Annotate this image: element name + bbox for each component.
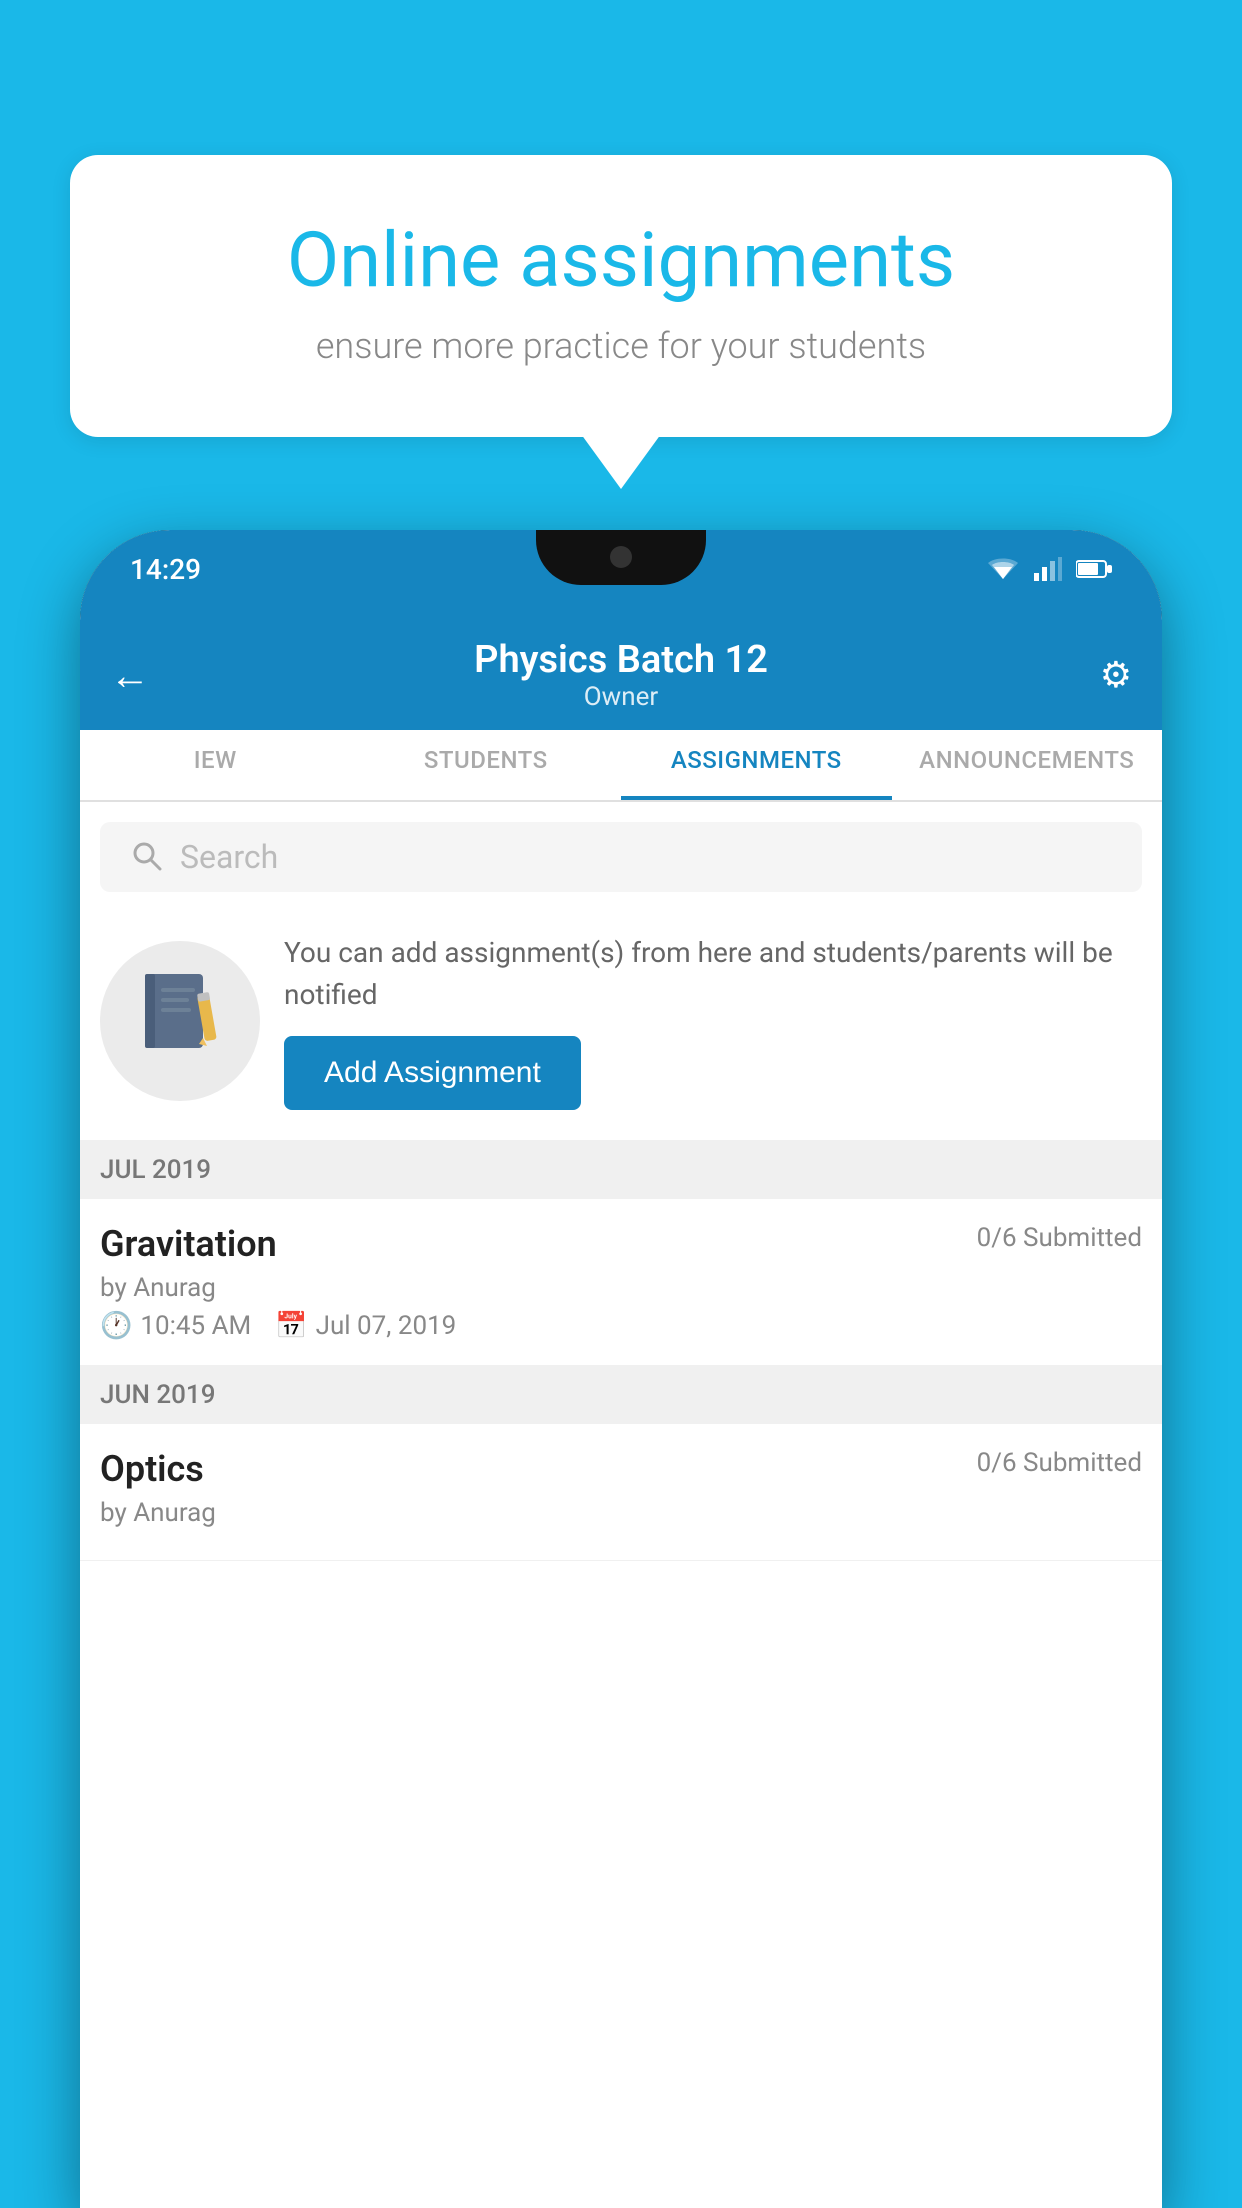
add-assignment-section: You can add assignment(s) from here and … <box>80 902 1162 1141</box>
assignment-status-gravitation: 0/6 Submitted <box>977 1223 1142 1253</box>
search-icon <box>130 839 162 875</box>
notebook-icon <box>135 966 225 1076</box>
assignment-author-gravitation: by Anurag <box>100 1273 1142 1303</box>
assignment-item-gravitation[interactable]: Gravitation 0/6 Submitted by Anurag 🕐 10… <box>80 1199 1162 1366</box>
time-item: 🕐 10:45 AM <box>100 1311 251 1341</box>
clock-icon: 🕐 <box>100 1311 132 1341</box>
add-assignment-description: You can add assignment(s) from here and … <box>284 932 1142 1016</box>
tab-assignments[interactable]: ASSIGNMENTS <box>621 730 892 800</box>
assignment-item-top-optics: Optics 0/6 Submitted <box>100 1448 1142 1490</box>
assignment-icon-circle <box>100 941 260 1101</box>
speech-bubble-title: Online assignments <box>140 215 1102 305</box>
status-bar: 14:29 <box>130 544 1112 594</box>
assignment-time-gravitation: 10:45 AM <box>140 1311 251 1341</box>
app-bar-subtitle: Owner <box>474 682 768 712</box>
add-assignment-right: You can add assignment(s) from here and … <box>284 932 1142 1110</box>
assignment-status-optics: 0/6 Submitted <box>977 1448 1142 1478</box>
assignment-date-gravitation: Jul 07, 2019 <box>316 1311 457 1341</box>
back-button[interactable]: ← <box>110 652 150 699</box>
assignment-time-row-gravitation: 🕐 10:45 AM 📅 Jul 07, 2019 <box>100 1311 1142 1341</box>
speech-bubble-subtitle: ensure more practice for your students <box>140 325 1102 367</box>
assignment-title-optics: Optics <box>100 1448 204 1490</box>
tab-iew[interactable]: IEW <box>80 730 351 800</box>
wifi-icon <box>986 557 1020 581</box>
tab-announcements[interactable]: ANNOUNCEMENTS <box>892 730 1163 800</box>
speech-bubble: Online assignments ensure more practice … <box>70 155 1172 437</box>
search-bar[interactable]: Search <box>100 822 1142 892</box>
tabs-bar: IEW STUDENTS ASSIGNMENTS ANNOUNCEMENTS <box>80 730 1162 802</box>
status-icons <box>986 557 1112 581</box>
phone-screen: 14:29 <box>80 530 1162 2208</box>
assignment-item-optics[interactable]: Optics 0/6 Submitted by Anurag <box>80 1424 1162 1561</box>
app-bar: ← Physics Batch 12 Owner ⚙ <box>80 620 1162 730</box>
app-bar-title-group: Physics Batch 12 Owner <box>474 638 768 712</box>
search-placeholder: Search <box>180 838 278 876</box>
phone-frame: 14:29 <box>80 530 1162 2208</box>
tab-students[interactable]: STUDENTS <box>351 730 622 800</box>
content-area: Search <box>80 802 1162 2208</box>
section-header-jun: JUN 2019 <box>80 1366 1162 1424</box>
speech-bubble-container: Online assignments ensure more practice … <box>70 155 1172 437</box>
app-bar-title: Physics Batch 12 <box>474 638 768 682</box>
assignment-title-gravitation: Gravitation <box>100 1223 277 1265</box>
battery-icon <box>1076 559 1112 579</box>
date-item: 📅 Jul 07, 2019 <box>275 1311 456 1341</box>
settings-button[interactable]: ⚙ <box>1100 654 1132 696</box>
signal-icon <box>1034 557 1062 581</box>
assignment-author-optics: by Anurag <box>100 1498 1142 1528</box>
status-time: 14:29 <box>130 553 201 586</box>
calendar-icon: 📅 <box>275 1311 307 1341</box>
add-assignment-button[interactable]: Add Assignment <box>284 1036 581 1110</box>
notch-area: 14:29 <box>80 530 1162 620</box>
assignment-item-top: Gravitation 0/6 Submitted <box>100 1223 1142 1265</box>
section-header-jul: JUL 2019 <box>80 1141 1162 1199</box>
